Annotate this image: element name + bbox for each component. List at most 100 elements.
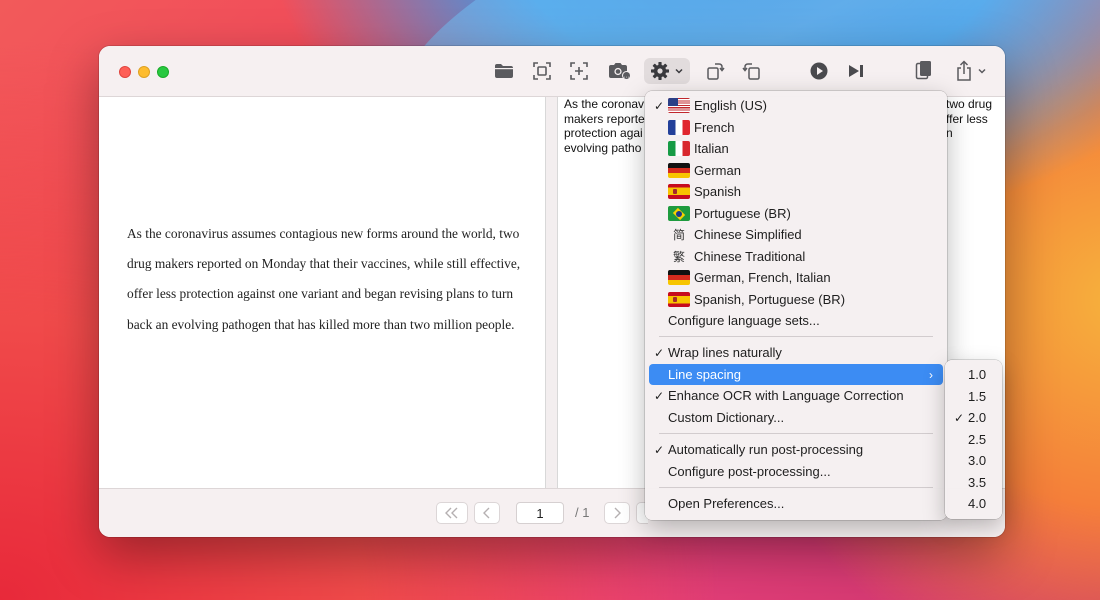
first-page-button[interactable] [436,502,468,524]
option-label: 1.0 [968,367,987,382]
menu-item-label: Automatically run post-processing [668,442,864,457]
menu-item-open-preferences[interactable]: Open Preferences... [649,493,943,514]
double-chevron-left-icon [445,507,458,519]
menu-item-label: Italian [694,141,729,156]
menu-separator [659,336,933,337]
menu-item-enhance-ocr[interactable]: ✓ Enhance OCR with Language Correction [649,385,943,406]
ocr-line: n [946,126,953,141]
menu-item-label: Open Preferences... [668,496,785,511]
rotate-right-icon[interactable] [702,58,728,84]
menu-item-label: Spanish [694,184,741,199]
menu-separator [659,487,933,488]
brazil-flag-icon [668,206,690,221]
chinese-simplified-icon: 简 [672,228,685,242]
line-spacing-option-selected[interactable]: ✓ 2.0 [949,407,998,428]
menu-item-spanish-portuguese-br[interactable]: Spanish, Portuguese (BR) [649,289,943,310]
menu-item-italian[interactable]: Italian [649,138,943,159]
menu-item-auto-post-processing[interactable]: ✓ Automatically run post-processing [649,439,943,460]
menu-item-chinese-simplified[interactable]: 简 Chinese Simplified [649,224,943,245]
menu-item-german-french-italian[interactable]: German, French, Italian [649,267,943,288]
gear-icon [651,62,669,80]
menu-item-label: Configure post-processing... [668,464,831,479]
menu-item-label: Chinese Traditional [694,249,806,264]
menu-item-custom-dictionary[interactable]: Custom Dictionary... [649,407,943,428]
menu-item-configure-post-processing[interactable]: Configure post-processing... [649,461,943,482]
menu-item-label: German, French, Italian [694,270,831,285]
rotate-left-icon[interactable] [739,58,765,84]
chevron-down-icon [978,68,986,74]
svg-text:…: … [624,73,630,80]
ocr-text-visible-right[interactable]: two drug ffer less n [946,97,1005,141]
pane-divider[interactable] [546,97,557,488]
document-text: As the coronavirus assumes contagious ne… [127,226,521,332]
maximize-window-button[interactable] [157,66,169,78]
menu-item-spanish[interactable]: Spanish [649,181,943,202]
line-spacing-option[interactable]: 1.5 [949,386,998,407]
play-icon[interactable] [806,58,832,84]
titlebar: … [99,46,1005,97]
chinese-traditional-icon: 繁 [672,250,685,264]
folder-icon[interactable] [491,58,517,84]
minimize-window-button[interactable] [138,66,150,78]
option-label: 1.5 [968,389,987,404]
previous-page-button[interactable] [474,502,500,524]
share-icon [957,60,971,81]
option-label: 4.0 [968,496,987,511]
menu-item-portuguese-br[interactable]: Portuguese (BR) [649,203,943,224]
menu-item-label: Spanish, Portuguese (BR) [694,292,846,307]
checkmark-icon: ✓ [954,410,965,425]
ocr-line: ffer less [946,111,988,126]
menu-item-wrap-lines[interactable]: ✓ Wrap lines naturally [649,342,943,363]
share-button[interactable] [951,58,991,84]
settings-dropdown-menu: ✓ English (US) French Italian German Spa… [645,91,947,520]
menu-item-line-spacing[interactable]: Line spacing › [649,364,943,385]
close-window-button[interactable] [119,66,131,78]
option-label: 3.5 [968,475,987,490]
ocr-line: two drug [946,97,993,111]
option-label: 3.0 [968,453,987,468]
menu-item-configure-language-sets[interactable]: Configure language sets... [649,310,943,331]
line-spacing-option[interactable]: 4.0 [949,493,998,514]
submenu-arrow-icon: › [929,367,933,382]
line-spacing-submenu: 1.0 1.5 ✓ 2.0 2.5 3.0 3.5 4.0 [945,360,1002,519]
italy-flag-icon [668,141,690,156]
line-spacing-option[interactable]: 3.0 [949,450,998,471]
menu-item-label: Portuguese (BR) [694,206,791,221]
menu-item-label: German [694,163,741,178]
page-number-input[interactable]: 1 [516,502,564,524]
menu-item-label: Wrap lines naturally [668,345,782,360]
ocr-text-visible-left[interactable]: As the coronav makers reporte protection… [564,97,654,155]
menu-item-german[interactable]: German [649,160,943,181]
clipboard-icon[interactable] [911,58,937,84]
menu-item-label: Custom Dictionary... [668,410,785,425]
germany-flag-icon [668,163,690,178]
germany-flag-icon [668,270,690,285]
menu-item-label: English (US) [694,98,767,113]
capture-add-icon[interactable] [566,58,592,84]
next-page-button[interactable] [604,502,630,524]
chevron-left-icon [483,507,490,519]
skip-forward-icon[interactable] [843,58,869,84]
option-label: 2.0 [968,410,987,425]
line-spacing-option[interactable]: 3.5 [949,472,998,493]
menu-item-label: Chinese Simplified [694,227,802,242]
source-document-pane: As the coronavirus assumes contagious ne… [99,97,546,488]
capture-area-icon[interactable] [529,58,555,84]
line-spacing-option[interactable]: 2.5 [949,429,998,450]
camera-icon[interactable]: … [605,58,633,84]
ocr-line: evolving patho [564,140,642,155]
menu-item-chinese-traditional[interactable]: 繁 Chinese Traditional [649,246,943,267]
ocr-line: makers reporte [564,111,645,126]
checkmark-icon: ✓ [654,388,665,403]
ocr-line: As the coronav [564,97,645,111]
line-spacing-option[interactable]: 1.0 [949,364,998,385]
us-flag-icon [668,98,690,113]
menu-item-label: Line spacing [668,367,741,382]
menu-item-french[interactable]: French [649,117,943,138]
menu-item-english-us[interactable]: ✓ English (US) [649,95,943,116]
spain-flag-icon [668,184,690,199]
gear-menu-button[interactable] [644,58,690,84]
spain-flag-icon [668,292,690,307]
menu-separator [659,433,933,434]
ocr-line: protection agai [564,126,643,141]
